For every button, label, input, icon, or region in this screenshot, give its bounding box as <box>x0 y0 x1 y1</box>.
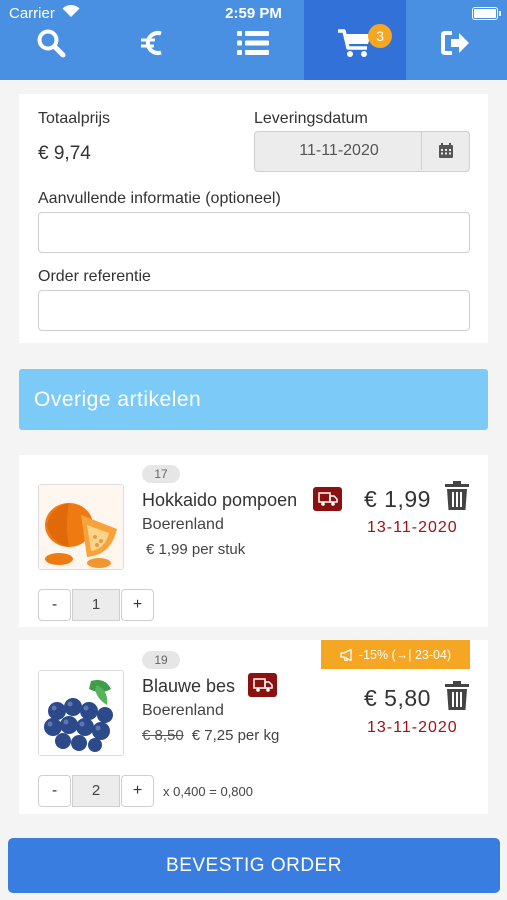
top-navigation-bar: 3 Carrier 2:59 PM <box>0 0 507 80</box>
order-reference-input[interactable] <box>38 290 470 331</box>
additional-info-input[interactable] <box>38 212 470 253</box>
trash-icon[interactable] <box>444 481 470 511</box>
promotion-badge: -15% (→| 23-04) <box>321 640 470 669</box>
delivery-truck-badge <box>248 673 277 697</box>
battery-icon <box>472 7 501 20</box>
calendar-button[interactable] <box>421 132 469 170</box>
product-number: 17 <box>142 465 180 483</box>
list-icon <box>237 31 270 55</box>
additional-info-label: Aanvullende informatie (optioneel) <box>38 190 281 207</box>
blueberries-image <box>39 671 123 755</box>
sign-out-icon <box>441 31 470 55</box>
product-number: 19 <box>142 651 180 669</box>
promotion-text: -15% (→| 23-04) <box>358 647 452 662</box>
total-price-value: € 9,74 <box>38 143 91 164</box>
product-image-blueberries[interactable] <box>38 670 124 756</box>
megaphone-icon <box>340 648 352 661</box>
product-supplier: Boerenland <box>142 516 224 533</box>
decrease-quantity-button[interactable]: - <box>38 589 71 621</box>
product-price-line: € 8,50 € 7,25 per kg <box>142 727 279 744</box>
product-delivery-date: 13-11-2020 <box>367 519 458 536</box>
product-price: € 5,80 <box>364 685 431 711</box>
increase-quantity-button[interactable]: + <box>121 589 154 621</box>
delivery-date-value[interactable]: 11-11-2020 <box>255 132 423 170</box>
status-time: 2:59 PM <box>225 5 282 22</box>
calendar-icon <box>438 143 453 158</box>
delivery-truck-badge <box>313 487 342 511</box>
delivery-date-picker[interactable]: 11-11-2020 <box>254 131 470 172</box>
truck-icon <box>317 492 338 506</box>
confirm-order-button[interactable]: BEVESTIG ORDER <box>8 838 500 893</box>
product-old-price: € 8,50 <box>142 727 184 744</box>
total-price-label: Totaalprijs <box>38 110 111 127</box>
product-delivery-date: 13-11-2020 <box>367 719 458 736</box>
search-icon <box>37 29 66 58</box>
product-price: € 1,99 <box>364 486 431 512</box>
status-bar: Carrier 2:59 PM <box>0 0 507 26</box>
pumpkin-image <box>39 485 123 569</box>
product-unit-price: € 1,99 per stuk <box>146 541 246 558</box>
decrease-quantity-button[interactable]: - <box>38 775 71 807</box>
order-reference-label: Order referentie <box>38 268 151 285</box>
product-unit-price: € 7,25 per kg <box>191 727 280 744</box>
delivery-date-label: Leveringsdatum <box>254 110 368 127</box>
product-supplier: Boerenland <box>142 702 224 719</box>
other-items-banner[interactable]: Overige artikelen <box>19 369 488 430</box>
quantity-calculation: x 0,400 = 0,800 <box>163 784 253 799</box>
product-name: Blauwe bes <box>142 676 236 696</box>
truck-icon <box>252 678 273 692</box>
increase-quantity-button[interactable]: + <box>121 775 154 807</box>
trash-icon[interactable] <box>444 681 470 711</box>
product-image-pumpkin[interactable] <box>38 484 124 570</box>
euro-icon <box>141 31 162 55</box>
quantity-input[interactable]: 2 <box>72 775 120 807</box>
product-name: Hokkaido pompoen <box>142 490 298 510</box>
quantity-input[interactable]: 1 <box>72 589 120 621</box>
cart-count-badge: 3 <box>368 24 393 48</box>
